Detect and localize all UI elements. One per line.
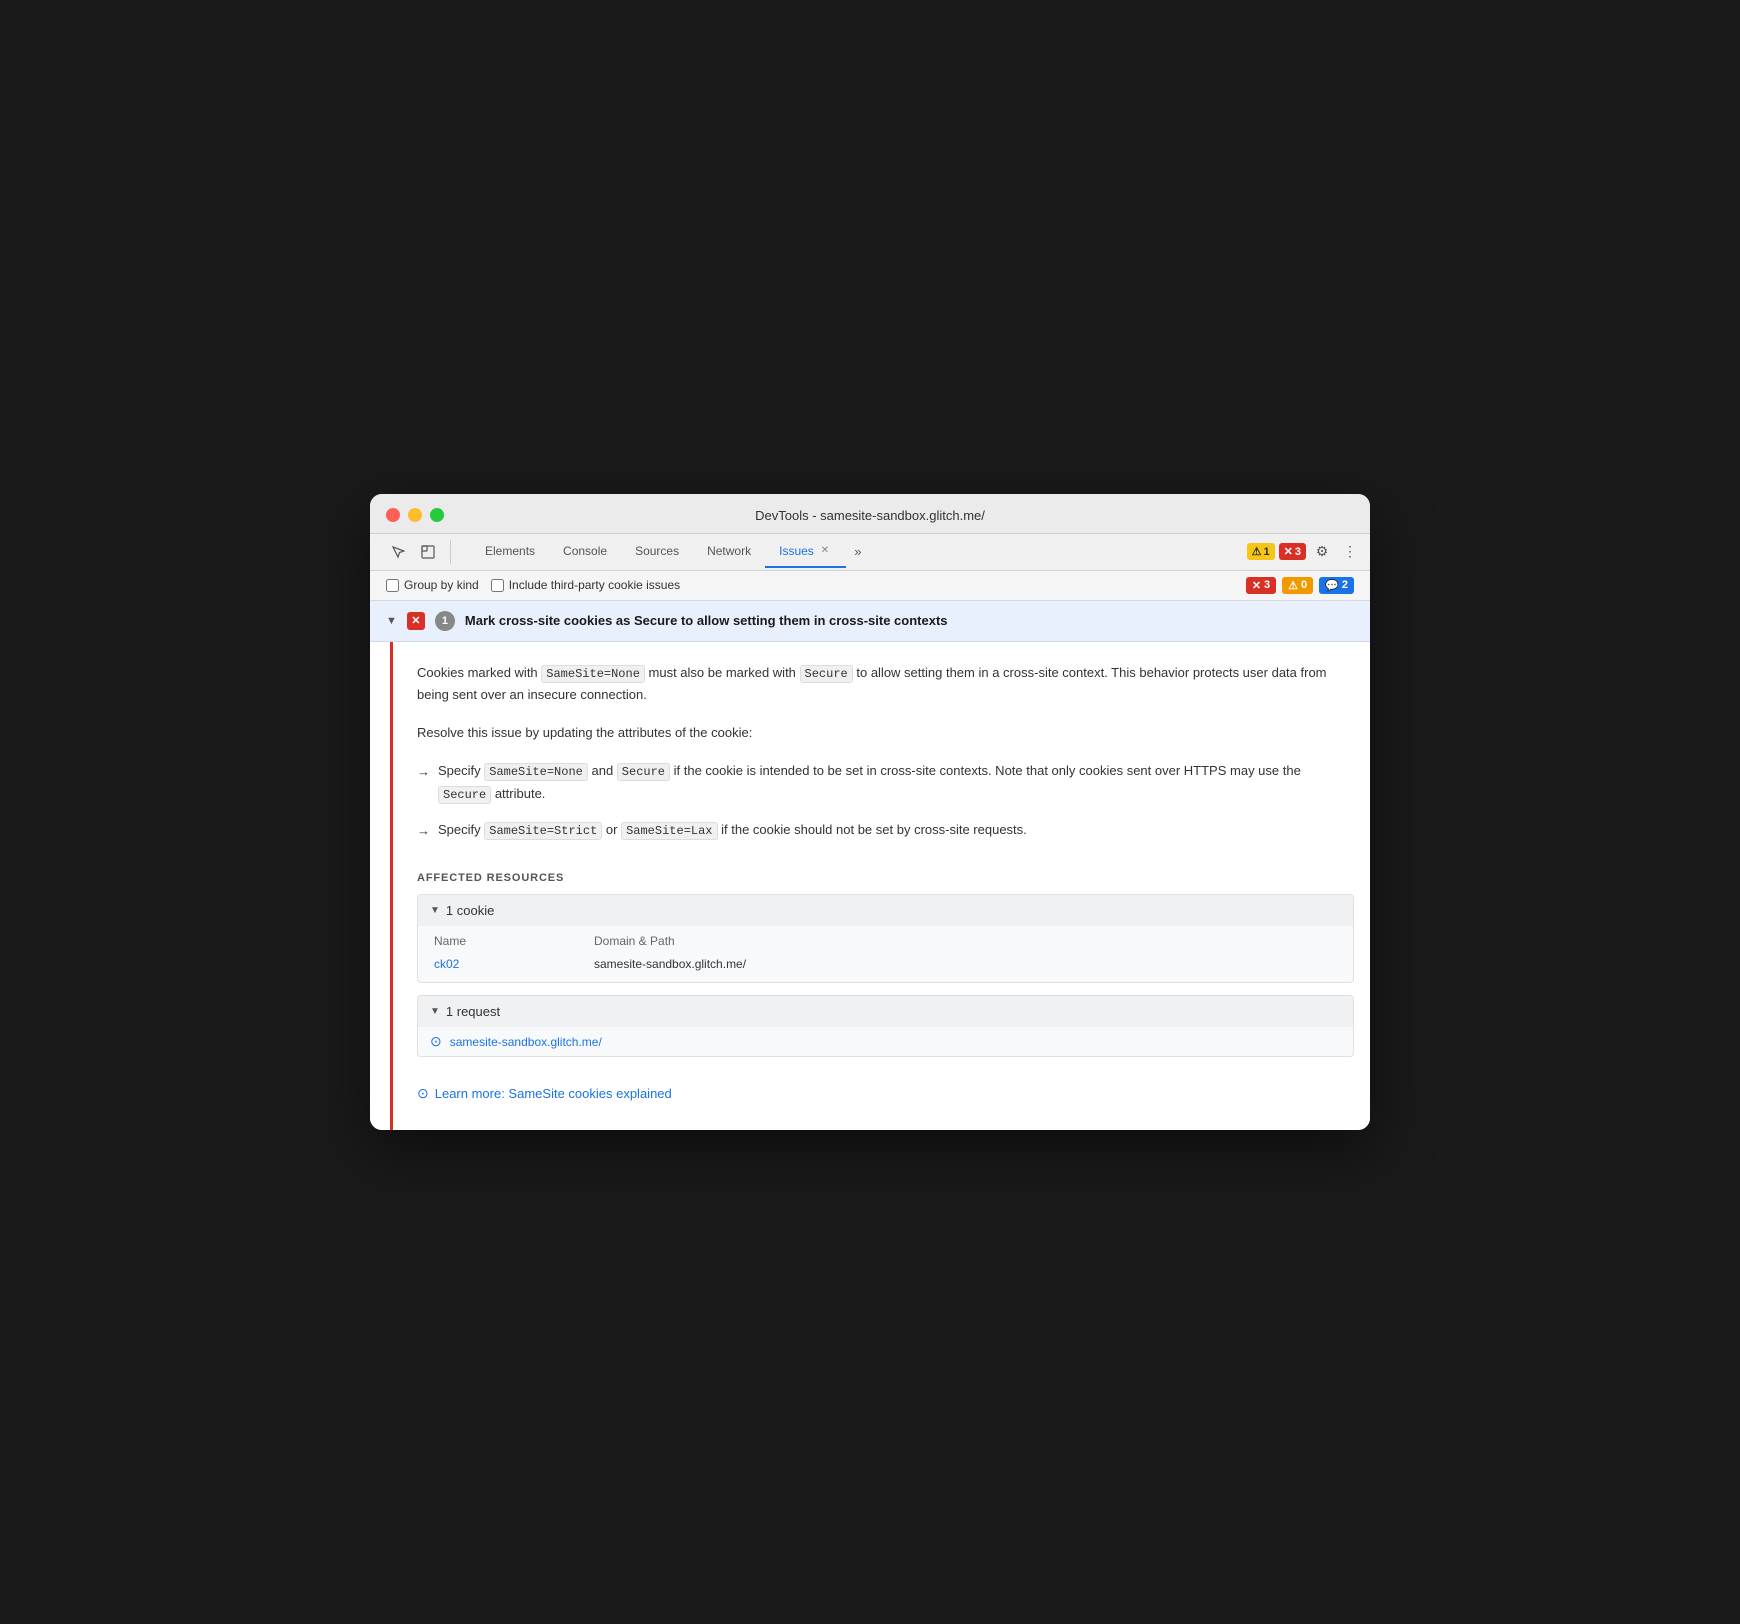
tab-toolbar-icons [378, 534, 463, 570]
affected-resources: AFFECTED RESOURCES ▼ 1 cookie Name Domai… [393, 872, 1370, 1057]
tab-elements[interactable]: Elements [471, 536, 549, 568]
info-count-badge: 💬 2 [1319, 577, 1354, 594]
tab-divider [450, 540, 451, 564]
description-para-2: Resolve this issue by updating the attri… [417, 722, 1346, 744]
window-title: DevTools - samesite-sandbox.glitch.me/ [755, 508, 985, 523]
issue-title: Mark cross-site cookies as Secure to all… [465, 613, 948, 628]
learn-more-section: ⊙ Learn more: SameSite cookies explained [393, 1069, 1370, 1110]
cookie-row: ck02 samesite-sandbox.glitch.me/ [430, 954, 1341, 974]
warning-badge-icon: ⚠ [1288, 579, 1298, 592]
traffic-lights [386, 508, 444, 522]
code-secure-2: Secure [617, 763, 670, 781]
bullet-item-2: → Specify SameSite=Strict or SameSite=La… [417, 819, 1346, 842]
request-resource-group: ▼ 1 request ⊙ samesite-sandbox.glitch.me… [417, 995, 1354, 1057]
cookie-name: ck02 [434, 957, 574, 971]
minimize-button[interactable] [408, 508, 422, 522]
request-url-link[interactable]: samesite-sandbox.glitch.me/ [450, 1035, 602, 1049]
devtools-window: DevTools - samesite-sandbox.glitch.me/ E… [370, 494, 1370, 1130]
issue-error-badge: ✕ [407, 612, 425, 630]
request-group-toggle[interactable]: ▼ [430, 1006, 440, 1017]
code-secure-3: Secure [438, 786, 491, 804]
cookie-table-header: Name Domain & Path [430, 934, 1341, 948]
error-count-badge: ✕ 3 [1246, 577, 1276, 594]
tab-console[interactable]: Console [549, 536, 621, 568]
maximize-button[interactable] [430, 508, 444, 522]
cookie-resource-group: ▼ 1 cookie Name Domain & Path ck02 same [417, 894, 1354, 983]
tab-actions: ⚠ 1 ✕ 3 ⚙ ⋮ [1247, 540, 1362, 564]
code-samesite-none-2: SameSite=None [484, 763, 588, 781]
cookie-name-link[interactable]: ck02 [434, 957, 459, 971]
third-party-checkbox[interactable] [491, 579, 504, 592]
issue-description: Cookies marked with SameSite=None must a… [393, 642, 1370, 872]
code-samesite-lax: SameSite=Lax [621, 822, 717, 840]
code-secure-1: Secure [800, 665, 853, 683]
group-by-kind-checkbox[interactable] [386, 579, 399, 592]
bullet-text-2: Specify SameSite=Strict or SameSite=Lax … [438, 819, 1027, 841]
warning-badge[interactable]: ⚠ 1 [1247, 543, 1275, 560]
request-group-label: 1 request [446, 1004, 500, 1019]
col-name-header: Name [434, 934, 574, 948]
learn-more-link[interactable]: Learn more: SameSite cookies explained [435, 1086, 672, 1101]
error-badge[interactable]: ✕ 3 [1279, 543, 1306, 560]
code-samesite-strict: SameSite=Strict [484, 822, 602, 840]
toolbar-badges: ✕ 3 ⚠ 0 💬 2 [1246, 577, 1354, 594]
issues-content: ▼ ✕ 1 Mark cross-site cookies as Secure … [370, 601, 1370, 1130]
issue-header[interactable]: ▼ ✕ 1 Mark cross-site cookies as Secure … [370, 601, 1370, 642]
warning-count-badge: ⚠ 0 [1282, 577, 1313, 594]
issue-count-badge: 1 [435, 611, 455, 631]
request-item: ⊙ samesite-sandbox.glitch.me/ [418, 1027, 1353, 1056]
request-group-header[interactable]: ▼ 1 request [418, 996, 1353, 1027]
error-icon: ✕ [1284, 545, 1293, 558]
bullet-arrow-2: → [417, 820, 430, 842]
bullet-item-1: → Specify SameSite=None and Secure if th… [417, 760, 1346, 805]
third-party-label[interactable]: Include third-party cookie issues [491, 578, 680, 592]
error-badge-icon: ✕ [1252, 579, 1261, 592]
issue-body: Cookies marked with SameSite=None must a… [390, 642, 1370, 1130]
cookie-domain: samesite-sandbox.glitch.me/ [594, 957, 1337, 971]
tab-bar: Elements Console Sources Network Issues … [370, 534, 1370, 571]
description-para-1: Cookies marked with SameSite=None must a… [417, 662, 1346, 706]
cursor-icon[interactable] [386, 540, 410, 564]
tab-sources[interactable]: Sources [621, 536, 693, 568]
affected-resources-title: AFFECTED RESOURCES [417, 872, 1354, 884]
tab-network[interactable]: Network [693, 536, 765, 568]
bullet-arrow-1: → [417, 761, 430, 783]
code-samesite-none-1: SameSite=None [541, 665, 645, 683]
bullet-text-1: Specify SameSite=None and Secure if the … [438, 760, 1346, 805]
col-domain-header: Domain & Path [594, 934, 1337, 948]
inspect-icon[interactable] [416, 540, 440, 564]
cookie-group-label: 1 cookie [446, 903, 494, 918]
issue-collapse-toggle[interactable]: ▼ [386, 615, 397, 627]
close-button[interactable] [386, 508, 400, 522]
settings-icon[interactable]: ⚙ [1310, 540, 1334, 564]
issues-toolbar: Group by kind Include third-party cookie… [370, 571, 1370, 601]
request-icon: ⊙ [430, 1033, 442, 1050]
tab-overflow-button[interactable]: » [846, 538, 869, 565]
more-icon[interactable]: ⋮ [1338, 540, 1362, 564]
cookie-group-toggle[interactable]: ▼ [430, 905, 440, 916]
cookie-table: Name Domain & Path ck02 samesite-sandbox… [418, 926, 1353, 982]
tab-close-issues[interactable]: ✕ [818, 544, 832, 557]
tab-issues[interactable]: Issues ✕ [765, 536, 846, 568]
warning-icon: ⚠ [1252, 545, 1262, 558]
cookie-group-header[interactable]: ▼ 1 cookie [418, 895, 1353, 926]
title-bar: DevTools - samesite-sandbox.glitch.me/ [370, 494, 1370, 534]
info-badge-icon: 💬 [1325, 579, 1339, 592]
group-by-kind-label[interactable]: Group by kind [386, 578, 479, 592]
learn-more-icon: ⊙ [417, 1085, 429, 1102]
